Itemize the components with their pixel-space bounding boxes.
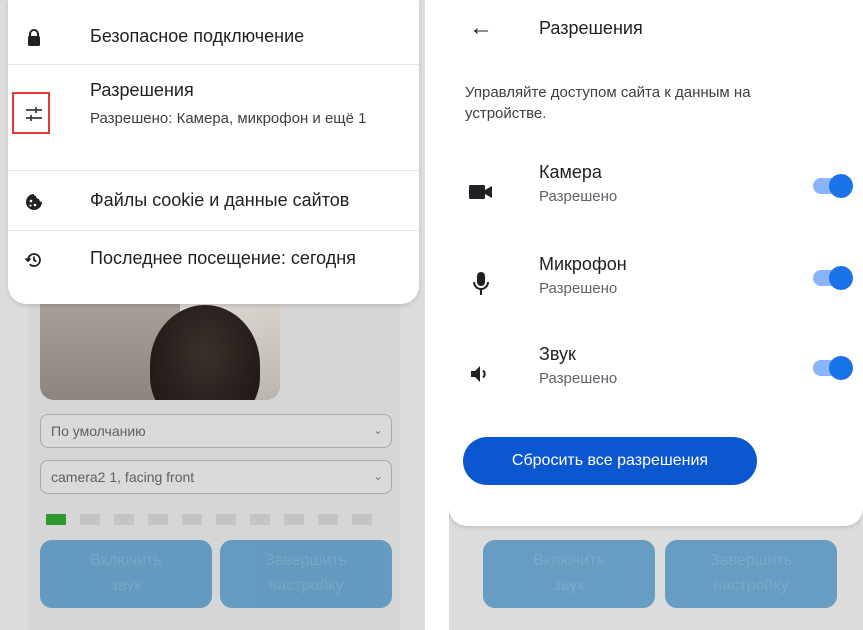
chevron-down-icon: ⌄: [372, 469, 383, 483]
camera-device-select[interactable]: camera2 1, facing front ⌄: [40, 460, 392, 494]
meter-bar: [114, 514, 134, 525]
sound-toggle[interactable]: [813, 356, 853, 380]
camera-toggle[interactable]: [813, 174, 853, 198]
menu-item-label: Последнее посещение: сегодня: [90, 248, 356, 268]
audio-device-value: По умолчанию: [51, 423, 146, 439]
permissions-sheet: ← Разрешения Управляйте доступом сайта к…: [449, 0, 863, 526]
permission-row-microphone[interactable]: Микрофон Разрешено: [449, 254, 863, 314]
meter-bar: [46, 514, 66, 525]
menu-item-label: Безопасное подключение: [90, 26, 305, 46]
permission-status: Разрешено: [539, 370, 618, 387]
finish-setup-button[interactable]: Завершить настройку: [220, 540, 392, 608]
permission-row-camera[interactable]: Камера Разрешено: [449, 162, 863, 222]
back-arrow-icon[interactable]: ←: [469, 16, 493, 40]
menu-item-permissions[interactable]: Разрешения Разрешено: Камера, микрофон и…: [8, 78, 419, 168]
audio-level-meter: [46, 514, 372, 525]
meter-bar: [318, 514, 338, 525]
menu-item-cookies[interactable]: Файлы cookie и данные сайтов: [8, 186, 419, 216]
left-screenshot: По умолчанию ⌄ camera2 1, facing front ⌄…: [0, 0, 425, 630]
page-title: Разрешения: [539, 18, 643, 38]
meter-bar: [216, 514, 236, 525]
meter-bar: [250, 514, 270, 525]
menu-item-last-visit[interactable]: Последнее посещение: сегодня: [8, 244, 419, 274]
permission-name: Микрофон: [539, 254, 627, 274]
page-info-sheet: Безопасное подключение Разрешения Разреш…: [8, 0, 419, 304]
right-screenshot: Включить звук Завершить настройку ← Разр…: [449, 0, 863, 630]
videocam-icon: [467, 178, 495, 206]
meter-bar: [80, 514, 100, 525]
highlight-box: [12, 92, 50, 134]
mic-icon: [467, 270, 495, 298]
microphone-toggle[interactable]: [813, 266, 853, 290]
divider: [8, 230, 419, 231]
finish-setup-button[interactable]: Завершить настройку: [665, 540, 837, 608]
permission-row-sound[interactable]: Звук Разрешено: [449, 344, 863, 404]
meter-bar: [284, 514, 304, 525]
audio-device-select[interactable]: По умолчанию ⌄: [40, 414, 392, 448]
chevron-down-icon: ⌄: [372, 423, 383, 437]
divider: [8, 170, 419, 171]
reset-permissions-button[interactable]: Сбросить все разрешения: [463, 437, 757, 485]
menu-item-subtitle: Разрешено: Камера, микрофон и ещё 1: [90, 110, 367, 127]
permission-name: Камера: [539, 162, 602, 182]
volume-icon: [467, 360, 495, 388]
permission-status: Разрешено: [539, 188, 618, 205]
permissions-description: Управляйте доступом сайта к данным на ус…: [465, 84, 751, 122]
meter-bar: [182, 514, 202, 525]
meter-bar: [352, 514, 372, 525]
menu-item-label: Файлы cookie и данные сайтов: [90, 190, 350, 210]
lock-icon: [22, 26, 46, 50]
enable-sound-button[interactable]: Включить звук: [483, 540, 655, 608]
menu-item-label: Разрешения: [90, 80, 194, 100]
meter-bar: [148, 514, 168, 525]
camera-device-value: camera2 1, facing front: [51, 469, 195, 485]
divider: [8, 64, 419, 65]
enable-sound-button[interactable]: Включить звук: [40, 540, 212, 608]
permission-name: Звук: [539, 344, 576, 364]
cookie-icon: [22, 190, 46, 214]
menu-item-secure-connection[interactable]: Безопасное подключение: [8, 22, 419, 52]
permission-status: Разрешено: [539, 280, 618, 297]
history-icon: [22, 248, 46, 272]
